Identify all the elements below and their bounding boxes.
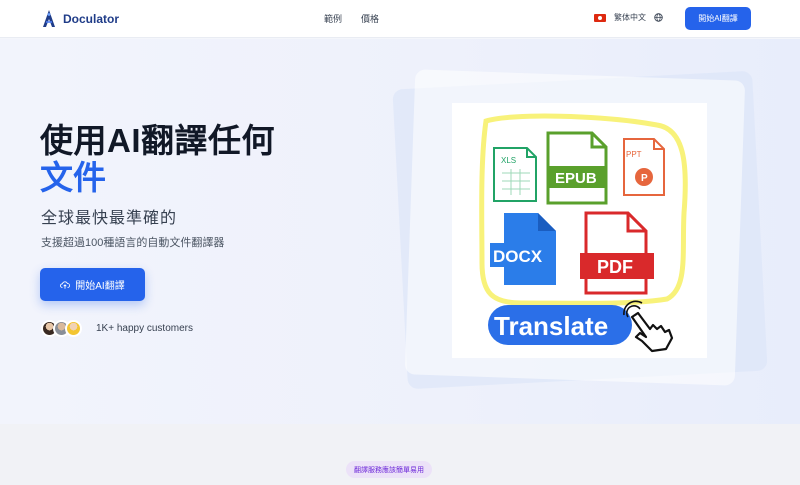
- svg-text:XLS: XLS: [501, 156, 516, 165]
- top-navbar: Doculator 範例 價格 繁体中文 開始AI翻譯: [0, 0, 800, 38]
- hero-cta-label: 開始AI翻譯: [75, 281, 125, 292]
- social-proof-text: 1K+ happy customers: [96, 323, 193, 334]
- pdf-file-icon: PDF: [580, 211, 654, 295]
- language-label: 繁体中文: [614, 13, 646, 22]
- features-section: 翻譯服務應該簡單易用: [0, 424, 800, 485]
- svg-text:PDF: PDF: [597, 257, 633, 277]
- globe-icon[interactable]: [654, 13, 663, 22]
- ppt-file-icon: PPT P: [623, 138, 665, 196]
- epub-file-icon: EPUB: [546, 131, 608, 205]
- upload-cloud-icon: [60, 280, 71, 289]
- logo-icon: [43, 10, 55, 27]
- header-start-translate-button[interactable]: 開始AI翻譯: [685, 7, 751, 30]
- hero-illustration: XLS EPUB PPT P DOCX PDF Translate: [452, 103, 707, 358]
- section-badge: 翻譯服務應該簡單易用: [346, 461, 432, 478]
- svg-text:EPUB: EPUB: [555, 170, 597, 187]
- hero-start-translate-button[interactable]: 開始AI翻譯: [40, 268, 145, 301]
- hero-description: 支援超過100種語言的自動文件翻譯器: [41, 237, 225, 249]
- language-switcher[interactable]: 繁体中文: [594, 12, 663, 23]
- hero-subtitle: 全球最快最準確的: [41, 210, 178, 227]
- hero-title: 使用AI翻譯任何: [40, 122, 275, 159]
- translate-pill: Translate: [488, 305, 632, 345]
- brand-logo[interactable]: Doculator: [41, 9, 119, 29]
- flag-icon: [594, 13, 606, 22]
- hero-title-accent: 文件: [40, 159, 106, 196]
- svg-text:Translate: Translate: [494, 311, 608, 341]
- customer-avatars: [41, 320, 82, 337]
- docx-file-icon: DOCX: [490, 213, 556, 285]
- main-nav: 範例 價格: [324, 12, 379, 25]
- nav-pricing[interactable]: 價格: [361, 12, 379, 25]
- brand-name: Doculator: [63, 12, 120, 26]
- svg-text:PPT: PPT: [626, 150, 642, 159]
- avatar: [65, 320, 82, 337]
- svg-text:P: P: [641, 173, 648, 184]
- nav-examples[interactable]: 範例: [324, 12, 342, 25]
- svg-text:DOCX: DOCX: [493, 247, 543, 266]
- xls-file-icon: XLS: [493, 147, 537, 202]
